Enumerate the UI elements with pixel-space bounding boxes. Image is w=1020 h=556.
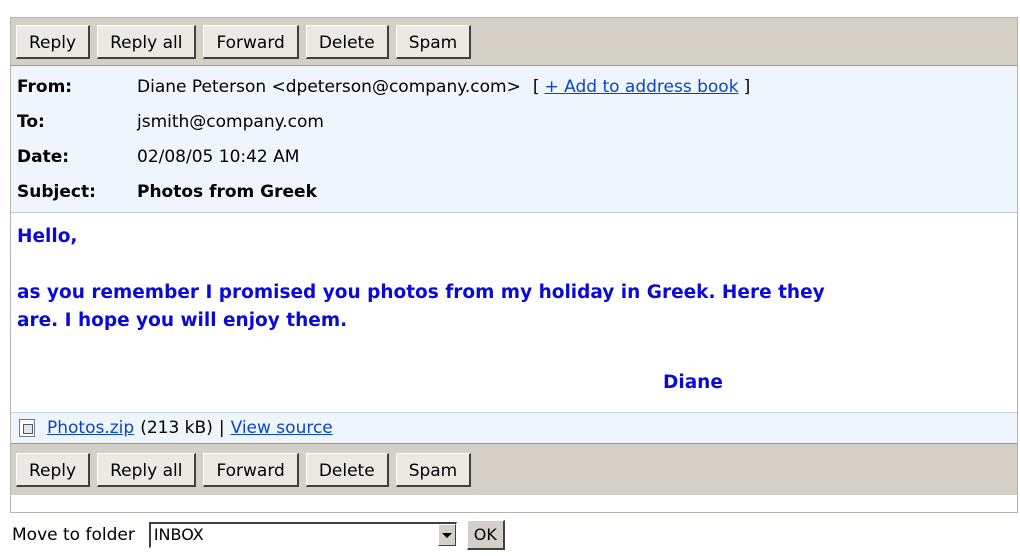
- bracket-close: ]: [743, 76, 751, 97]
- top-toolbar: Reply Reply all Forward Delete Spam: [11, 18, 1017, 66]
- bracket-open: [: [532, 76, 540, 97]
- bottom-toolbar: Reply Reply all Forward Delete Spam: [11, 443, 1017, 495]
- to-value: jsmith@company.com: [137, 111, 324, 132]
- move-to-folder-label: Move to folder: [12, 525, 135, 545]
- reply-button-bottom[interactable]: Reply: [16, 452, 91, 487]
- view-source-link[interactable]: View source: [231, 418, 333, 438]
- body-line-2: are. I hope you will enjoy them.: [17, 310, 348, 331]
- from-value: Diane Peterson <dpeterson@company.com>: [137, 76, 521, 97]
- delete-button-bottom[interactable]: Delete: [305, 452, 389, 487]
- spam-button-bottom[interactable]: Spam: [395, 452, 472, 487]
- subject-row: Subject: Photos from Greek: [17, 174, 1017, 209]
- message-view: Reply Reply all Forward Delete Spam From…: [10, 17, 1018, 513]
- zip-file-icon: [19, 419, 35, 437]
- spam-button[interactable]: Spam: [395, 24, 472, 59]
- to-label: To:: [17, 111, 45, 132]
- folder-select-value: INBOX: [153, 525, 204, 544]
- forward-button[interactable]: Forward: [203, 24, 299, 59]
- reply-all-button-bottom[interactable]: Reply all: [97, 452, 197, 487]
- forward-button-bottom[interactable]: Forward: [203, 452, 299, 487]
- message-headers: From: Diane Peterson <dpeterson@company.…: [11, 66, 1017, 213]
- add-to-address-book-link[interactable]: + Add to address book: [544, 77, 738, 97]
- date-value: 02/08/05 10:42 AM: [137, 146, 300, 167]
- from-label: From:: [17, 76, 73, 97]
- attachment-bar: Photos.zip (213 kB) | View source: [11, 412, 1017, 443]
- ok-button[interactable]: OK: [466, 520, 505, 550]
- attachment-link[interactable]: Photos.zip: [47, 418, 134, 438]
- reply-button[interactable]: Reply: [16, 24, 91, 59]
- message-body: Hello, as you remember I promised you ph…: [11, 213, 1017, 412]
- separator: |: [218, 418, 225, 438]
- folder-select[interactable]: INBOX: [148, 522, 457, 548]
- chevron-down-icon[interactable]: [437, 524, 456, 546]
- attachment-size: (213 kB): [140, 418, 213, 438]
- date-label: Date:: [17, 146, 70, 167]
- date-row: Date: 02/08/05 10:42 AM: [17, 139, 1017, 174]
- subject-label: Subject:: [17, 181, 96, 202]
- to-row: To: jsmith@company.com: [17, 104, 1017, 139]
- reply-all-button[interactable]: Reply all: [97, 24, 197, 59]
- from-row: From: Diane Peterson <dpeterson@company.…: [17, 69, 1017, 104]
- move-to-folder-bar: Move to folder INBOX OK: [12, 514, 505, 556]
- greeting: Hello,: [17, 226, 78, 247]
- subject-value: Photos from Greek: [137, 181, 317, 202]
- signature: Diane: [663, 372, 723, 393]
- delete-button[interactable]: Delete: [305, 24, 389, 59]
- body-line-1: as you remember I promised you photos fr…: [17, 282, 825, 303]
